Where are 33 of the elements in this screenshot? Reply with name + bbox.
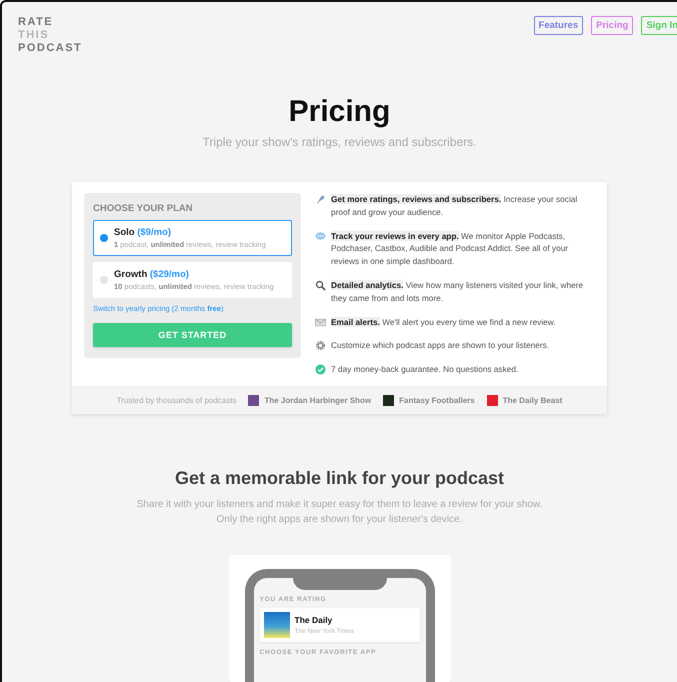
- podcast-name: Fantasy Footballers: [399, 396, 475, 405]
- cover-art-placeholder: [264, 612, 290, 638]
- gear-icon: [315, 340, 326, 352]
- get-started-button[interactable]: GET STARTED: [93, 323, 292, 347]
- logo-word: PODCAST: [18, 42, 82, 55]
- radio-icon: [100, 276, 108, 284]
- logo-word: THIS: [18, 29, 50, 42]
- search-icon: [315, 280, 326, 291]
- podcast-name: The Daily Beast: [502, 396, 562, 405]
- radio-icon: [100, 234, 108, 242]
- envelope-icon: [315, 316, 326, 328]
- feature-text: Get more ratings, reviews and subscribers. Increase your social proof and grow your audience.: [331, 193, 578, 219]
- check-circle-icon: [315, 364, 326, 376]
- feature-text: Email alerts. We'll alert you every time we find a new review.: [331, 316, 556, 328]
- logo-word: RATE: [18, 16, 54, 29]
- feature-text: Customize which podcast apps are shown to your listeners.: [331, 339, 550, 352]
- nav-link[interactable]: Sign In: [641, 16, 677, 35]
- podcast-title: The Daily: [294, 614, 334, 625]
- section-text: Share it with your listeners and make it super easy for them to leave a review for your show. Only the right apps are shown for your listener's device.: [136, 498, 544, 528]
- plan-name: Solo ($9/mo): [114, 227, 172, 238]
- feature-text: Track your reviews in every app. We monitor Apple Podcasts, Podchaser, Castbox, Audible and Podcast Addict. See all of your reviews in one simple dashboard.: [331, 230, 570, 268]
- plan-name: Growth ($29/mo): [114, 269, 190, 280]
- feature-text: 7 day money-back guarantee. No questions asked.: [331, 363, 518, 376]
- trusted-label: Trusted by thousands of podcasts: [116, 396, 236, 405]
- panel-heading: CHOOSE YOUR PLAN: [93, 203, 194, 214]
- page-subtitle: Triple your show's ratings, reviews and subscribers.: [202, 135, 476, 149]
- section-heading: Get a memorable link for your podcast: [174, 468, 504, 489]
- feature-text: Detailed analytics. View how many listeners visited your link, where they came from and lots more.: [331, 278, 584, 305]
- page-title: Pricing: [288, 95, 390, 129]
- nav-link[interactable]: Pricing: [591, 16, 634, 35]
- speech-bubble-icon: [315, 230, 326, 242]
- podcast-name: The Jordan Harbinger Show: [264, 396, 372, 405]
- nav-link[interactable]: Features: [534, 16, 584, 35]
